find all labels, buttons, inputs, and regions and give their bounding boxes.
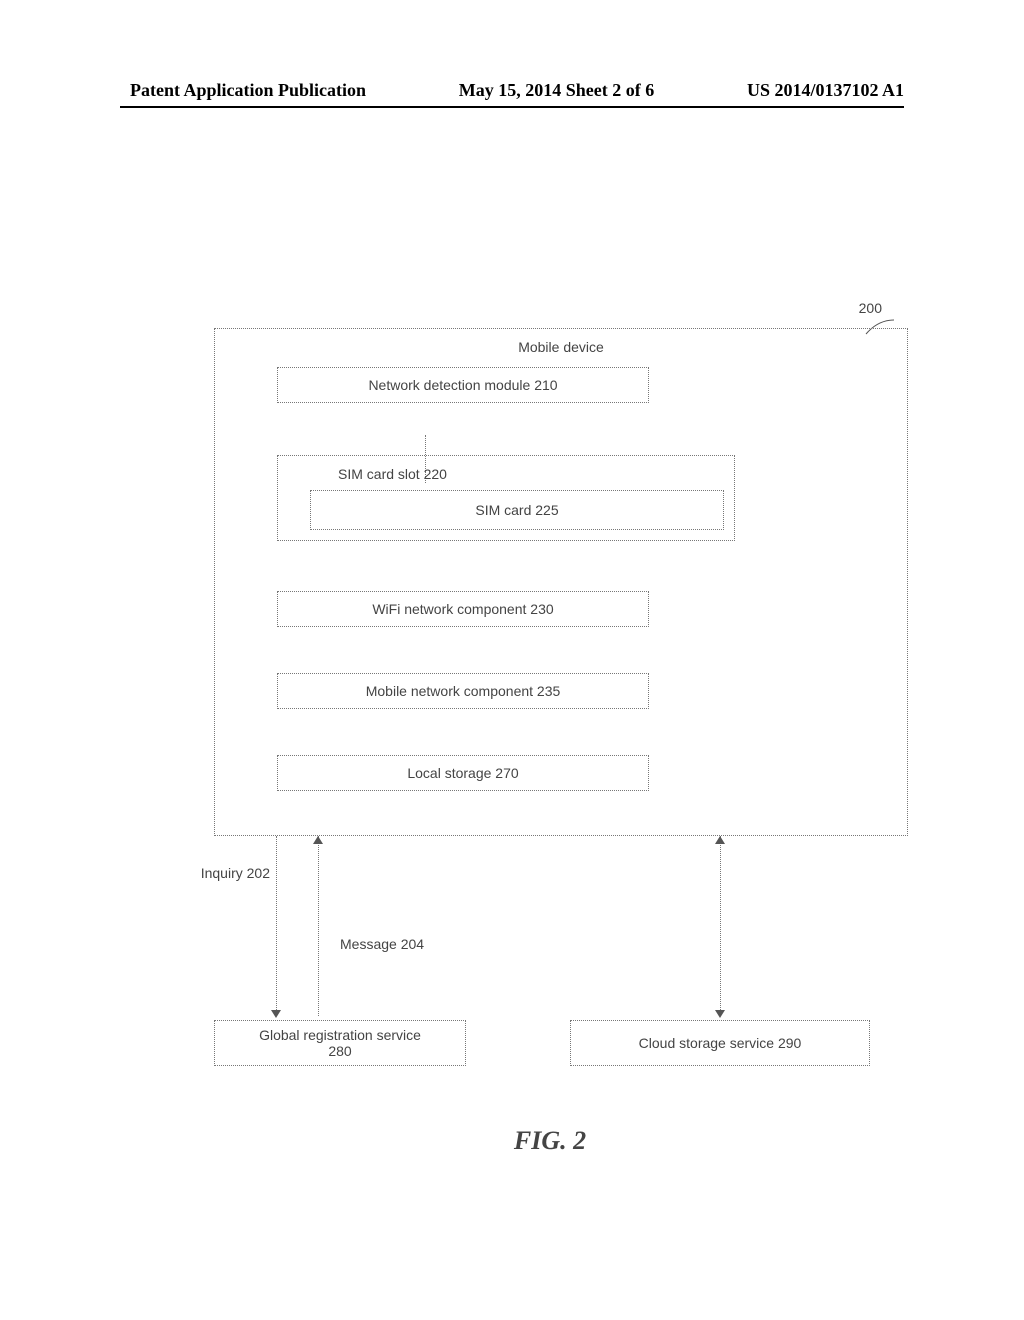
message-label: Message 204 <box>340 936 424 952</box>
network-detection-label: Network detection module 210 <box>368 377 557 393</box>
mobile-device-title: Mobile device <box>518 339 604 355</box>
inquiry-arrow-line <box>276 836 277 1016</box>
message-arrow-line <box>318 836 319 1016</box>
wifi-component-box: WiFi network component 230 <box>277 591 649 627</box>
mobile-network-label: Mobile network component 235 <box>366 683 561 699</box>
network-detection-module-box: Network detection module 210 <box>277 367 649 403</box>
inquiry-label: Inquiry 202 <box>182 865 270 881</box>
header-patent-number: US 2014/0137102 A1 <box>747 80 904 101</box>
reference-numeral-200: 200 <box>859 300 882 316</box>
global-registration-label-line2: 280 <box>328 1043 351 1059</box>
header-date-sheet: May 15, 2014 Sheet 2 of 6 <box>459 80 654 101</box>
cloud-storage-service-box: Cloud storage service 290 <box>570 1020 870 1066</box>
figure-caption: FIG. 2 <box>514 1126 586 1156</box>
wifi-label: WiFi network component 230 <box>372 601 553 617</box>
sim-card-box: SIM card 225 <box>310 490 724 530</box>
page-header: Patent Application Publication May 15, 2… <box>0 80 1024 101</box>
mobile-device-container: Mobile device Network detection module 2… <box>214 328 908 836</box>
local-storage-box: Local storage 270 <box>277 755 649 791</box>
global-registration-label-line1: Global registration service <box>259 1027 421 1043</box>
header-divider <box>120 106 904 108</box>
arrowhead-up-icon <box>313 836 323 844</box>
sim-card-label: SIM card 225 <box>475 502 558 518</box>
mobile-network-component-box: Mobile network component 235 <box>277 673 649 709</box>
cloud-storage-label: Cloud storage service 290 <box>639 1035 802 1051</box>
sim-card-slot-box: SIM card slot 220 SIM card 225 <box>277 455 735 541</box>
sim-slot-label: SIM card slot 220 <box>338 466 447 482</box>
arrowhead-down-icon <box>715 1010 725 1018</box>
cloud-arrow-line <box>720 836 721 1016</box>
header-publication: Patent Application Publication <box>130 80 366 101</box>
arrowhead-up-icon <box>715 836 725 844</box>
local-storage-label: Local storage 270 <box>407 765 518 781</box>
global-registration-service-box: Global registration service 280 <box>214 1020 466 1066</box>
arrowhead-down-icon <box>271 1010 281 1018</box>
